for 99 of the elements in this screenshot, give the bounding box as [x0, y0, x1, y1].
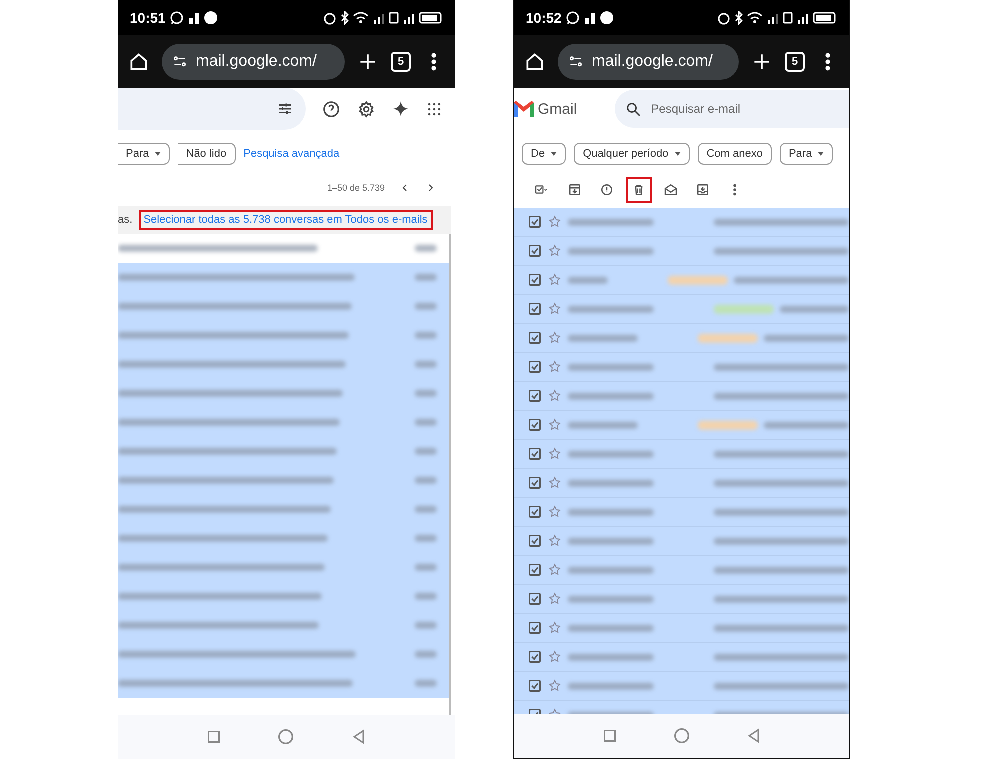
- star-icon[interactable]: [548, 505, 562, 519]
- star-icon[interactable]: [548, 273, 562, 287]
- star-icon[interactable]: [548, 447, 562, 461]
- checked-checkbox-icon[interactable]: [528, 389, 542, 403]
- checked-checkbox-icon[interactable]: [528, 621, 542, 635]
- tune-icon: [568, 54, 584, 70]
- gmail-logo-icon: [514, 101, 534, 117]
- blurred-date: [415, 535, 437, 542]
- filter-chip[interactable]: Para: [780, 143, 834, 165]
- star-icon[interactable]: [548, 621, 562, 635]
- home-icon[interactable]: [128, 50, 150, 72]
- checked-checkbox-icon[interactable]: [528, 244, 542, 258]
- blurred-date: [415, 651, 437, 658]
- advanced-search-link[interactable]: Pesquisa avançada: [244, 148, 340, 160]
- filter-chip[interactable]: Para: [118, 143, 170, 165]
- email-row[interactable]: [118, 669, 449, 698]
- settings-icon[interactable]: [357, 100, 376, 118]
- home-circle-icon: [276, 727, 296, 747]
- star-icon[interactable]: [548, 215, 562, 229]
- blurred-sender: [568, 334, 638, 342]
- chat-icon: [170, 10, 184, 24]
- blurred-sender: [568, 276, 608, 284]
- pagination-text: 1–50 de 5.739: [327, 183, 385, 193]
- chat-icon: [566, 10, 580, 24]
- blurred-date: [415, 593, 437, 600]
- status-time: 10:51: [130, 10, 166, 26]
- bluetooth-icon: [341, 10, 349, 24]
- status-time: 10:52: [526, 10, 562, 26]
- star-icon[interactable]: [548, 389, 562, 403]
- filter-chip[interactable]: De: [522, 143, 566, 165]
- filter-chip[interactable]: Com anexo: [698, 143, 772, 165]
- bluetooth-icon: [735, 10, 743, 24]
- star-icon[interactable]: [548, 592, 562, 606]
- checked-checkbox-icon[interactable]: [528, 418, 542, 432]
- help-icon[interactable]: [322, 100, 341, 118]
- signal-icon: [584, 10, 596, 24]
- address-bar[interactable]: mail.google.com/: [162, 44, 345, 80]
- blurred-date: [415, 274, 437, 281]
- blurred-date: [415, 680, 437, 687]
- star-icon[interactable]: [548, 244, 562, 258]
- email-row[interactable]: [118, 263, 449, 292]
- home-circle-icon: [672, 726, 692, 746]
- checked-checkbox-icon[interactable]: [528, 476, 542, 490]
- tab-count[interactable]: 5: [785, 52, 805, 72]
- star-icon[interactable]: [548, 360, 562, 374]
- battery-icon: [813, 10, 837, 24]
- checked-checkbox-icon[interactable]: [528, 563, 542, 577]
- star-icon[interactable]: [548, 563, 562, 577]
- checked-checkbox-icon[interactable]: [528, 302, 542, 316]
- checked-checkbox-icon[interactable]: [528, 273, 542, 287]
- app-name: Gmail: [538, 100, 578, 118]
- blurred-text: [780, 306, 849, 312]
- tab-count[interactable]: 5: [391, 52, 411, 72]
- alarm-icon: [323, 10, 337, 24]
- select-all-link[interactable]: Selecionar todas as 5.738 conversas em Todos os e-mails: [138, 210, 433, 230]
- blurred-date: [415, 303, 437, 310]
- blurred-sender: [568, 422, 638, 428]
- alarm-icon: [717, 10, 731, 24]
- filter-chip[interactable]: Qualquer período: [574, 143, 690, 165]
- star-icon[interactable]: [548, 650, 562, 664]
- blurred-date: [415, 361, 437, 368]
- battery-icon: [419, 10, 443, 24]
- checked-checkbox-icon[interactable]: [528, 331, 542, 345]
- checked-checkbox-icon[interactable]: [528, 679, 542, 693]
- checked-checkbox-icon[interactable]: [528, 650, 542, 664]
- wifi-icon: [353, 10, 369, 24]
- wifi-icon: [747, 10, 763, 24]
- checked-checkbox-icon[interactable]: [528, 505, 542, 519]
- checked-checkbox-icon[interactable]: [528, 534, 542, 548]
- sparkle-icon[interactable]: [392, 100, 410, 118]
- address-bar[interactable]: mail.google.com/: [558, 44, 739, 80]
- blurred-date: [415, 506, 437, 513]
- blurred-date: [415, 390, 437, 397]
- star-icon[interactable]: [548, 302, 562, 316]
- tune-icon: [172, 54, 188, 70]
- search-field[interactable]: Pesquisar e-mail: [615, 90, 849, 128]
- checked-checkbox-icon[interactable]: [528, 215, 542, 229]
- blurred-date: [415, 448, 437, 455]
- home-icon[interactable]: [524, 50, 546, 72]
- star-icon[interactable]: [548, 476, 562, 490]
- search-icon: [625, 101, 642, 118]
- apps-icon[interactable]: [426, 100, 443, 118]
- star-icon[interactable]: [548, 418, 562, 432]
- banner-text: as.: [118, 214, 133, 226]
- blurred-date: [415, 419, 437, 426]
- blurred-date: [415, 564, 437, 571]
- checked-checkbox-icon[interactable]: [528, 447, 542, 461]
- star-icon[interactable]: [548, 679, 562, 693]
- filter-chip[interactable]: Não lido: [178, 143, 236, 165]
- star-icon[interactable]: [548, 534, 562, 548]
- blurred-date: [415, 622, 437, 629]
- checked-checkbox-icon[interactable]: [528, 360, 542, 374]
- blurred-date: [415, 477, 437, 484]
- blurred-date: [415, 245, 437, 252]
- signal-icon: [188, 10, 200, 24]
- checked-checkbox-icon[interactable]: [528, 592, 542, 606]
- star-icon[interactable]: [548, 331, 562, 345]
- blurred-date: [415, 332, 437, 339]
- trash-icon[interactable]: [626, 177, 652, 203]
